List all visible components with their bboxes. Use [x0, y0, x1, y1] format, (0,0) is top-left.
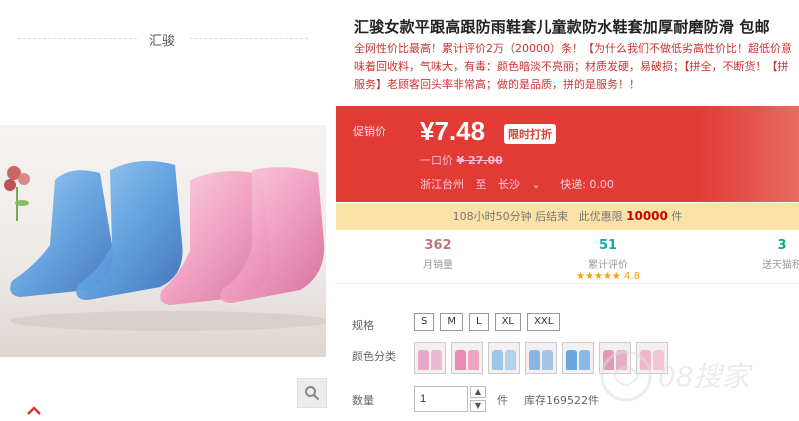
size-option[interactable]: M — [440, 313, 463, 331]
color-swatch[interactable] — [414, 342, 446, 374]
boot-thumbnail-icon — [468, 350, 479, 370]
brand-name[interactable]: 汇骏 — [137, 30, 188, 49]
shipping-fee: 快递: 0.00 — [560, 178, 614, 191]
chevron-up-icon[interactable]: ▲ — [470, 386, 486, 398]
rating-stars: ★★★★★ 4.8 — [548, 271, 668, 282]
original-price-label: 一口价 — [420, 154, 453, 167]
sales-stats: 362 月销量 51 累计评价 ★★★★★ 4.8 3 送天猫积 — [336, 232, 799, 284]
size-label: 规格 — [352, 319, 374, 332]
ship-origin: 浙江台州 — [420, 178, 464, 191]
rain-boot-covers-image — [10, 161, 326, 331]
color-swatch[interactable] — [525, 342, 557, 374]
boot-thumbnail-icon — [542, 350, 553, 370]
limit-label: 此优惠限 — [578, 210, 623, 223]
ship-destination-select[interactable]: 长沙 ⌄ — [498, 178, 549, 191]
product-title: 汇骏女款平跟高跟防雨鞋套儿童款防水鞋套加厚耐磨防滑 包邮 — [354, 18, 770, 36]
promo-label: 促销价 — [353, 125, 386, 138]
color-swatch[interactable] — [488, 342, 520, 374]
zoom-search-button[interactable] — [297, 378, 327, 408]
quantity-unit: 件 — [497, 394, 508, 407]
monthly-sales-stat: 362 月销量 — [378, 238, 498, 271]
quantity-label: 数量 — [352, 394, 374, 407]
chevron-down-icon[interactable]: ▼ — [470, 400, 486, 412]
limit-number: 10000 — [626, 209, 668, 223]
size-option[interactable]: L — [469, 313, 489, 331]
size-options: S M L XL XXL — [414, 313, 561, 331]
reviews-label: 累计评价 — [588, 260, 628, 271]
rating-value: 4.8 — [624, 271, 640, 282]
left-gallery-panel: 汇骏 — [0, 0, 335, 421]
site-watermark-logo-icon: 08搜家 — [600, 350, 754, 402]
monthly-sales-label: 月销量 — [423, 260, 453, 271]
original-price: ¥ 27.00 — [456, 154, 503, 167]
monthly-sales-number: 362 — [424, 238, 452, 253]
size-option[interactable]: S — [414, 313, 435, 331]
boot-thumbnail-icon — [455, 350, 466, 370]
size-option[interactable]: XXL — [527, 313, 561, 331]
original-price-row: 一口价 ¥ 27.00 — [420, 152, 503, 168]
svg-text:08搜家: 08搜家 — [658, 360, 754, 393]
boot-thumbnail-icon — [492, 350, 503, 370]
tmall-points-label: 送天猫积 — [762, 260, 799, 271]
color-swatch[interactable] — [562, 342, 594, 374]
boot-thumbnail-icon — [418, 350, 429, 370]
stock-count: 库存169522件 — [524, 394, 599, 407]
tmall-points-stat: 3 送天猫积 — [722, 238, 799, 271]
star-icon: ★★★★★ — [576, 271, 621, 282]
product-main-image[interactable] — [0, 125, 326, 357]
quantity-stepper[interactable]: ▲ ▼ — [470, 386, 486, 412]
color-label: 颜色分类 — [352, 350, 396, 363]
color-swatch[interactable] — [451, 342, 483, 374]
size-option[interactable]: XL — [494, 313, 521, 331]
quantity-input[interactable] — [414, 386, 468, 412]
promo-price: ¥7.48 — [420, 116, 486, 146]
product-description: 全网性价比最高！累计评价2万（20000）条！【为什么我们不做低劣高性价比！超低… — [354, 42, 792, 91]
limited-discount-badge: 限时打折 — [504, 124, 556, 144]
tmall-points-number: 3 — [777, 238, 787, 253]
reviews-stat[interactable]: 51 累计评价 ★★★★★ 4.8 — [548, 238, 668, 282]
limit-unit: 件 — [671, 210, 683, 223]
boot-thumbnail-icon — [529, 350, 540, 370]
boot-thumbnail-icon — [566, 350, 577, 370]
chevron-down-icon: ⌄ — [531, 178, 541, 191]
reviews-number: 51 — [598, 238, 618, 253]
ship-to: 至 — [475, 178, 487, 191]
countdown-bar: 108小时50分钟 后结束 此优惠限 10000 件 — [336, 203, 799, 230]
shipping-row: 浙江台州 至 长沙 ⌄ 快递: 0.00 — [420, 176, 622, 192]
chevron-up-icon[interactable] — [26, 404, 42, 416]
countdown-time: 108小时50分钟 后结束 — [452, 210, 569, 223]
promo-price-block: 促销价 ¥7.48 限时打折 一口价 ¥ 27.00 浙江台州 至 长沙 ⌄ 快… — [336, 106, 799, 202]
magnifier-icon — [305, 386, 320, 401]
boot-thumbnail-icon — [505, 350, 516, 370]
boot-thumbnail-icon — [431, 350, 442, 370]
boot-thumbnail-icon — [579, 350, 590, 370]
